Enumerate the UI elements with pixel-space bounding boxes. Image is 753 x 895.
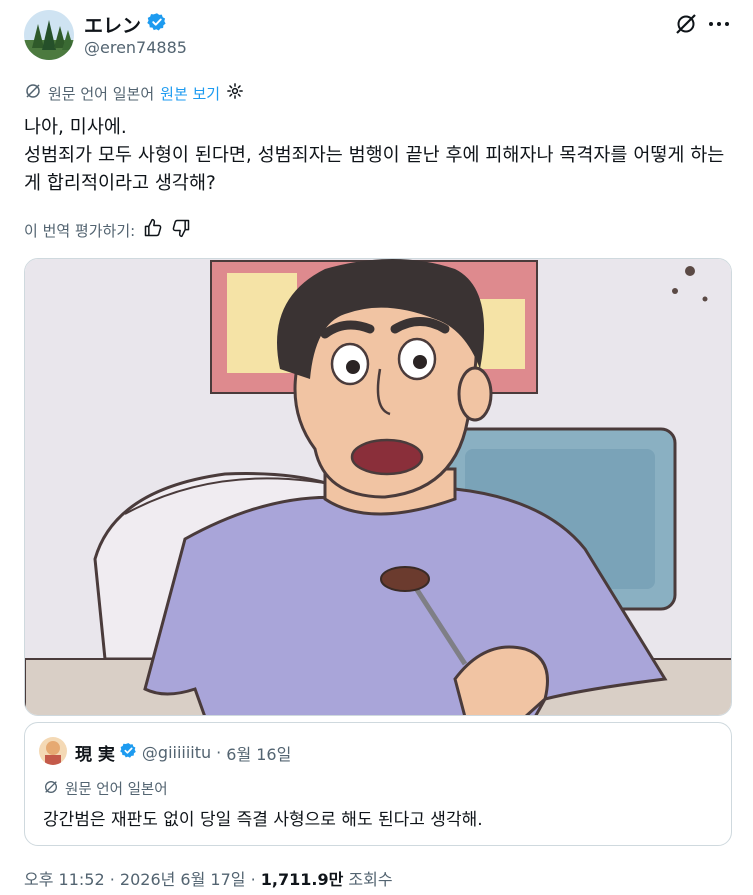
quote-author-avatar[interactable]: [39, 737, 67, 765]
more-icon[interactable]: [706, 12, 732, 40]
verified-badge-icon: [147, 12, 167, 37]
meta-separator: ·: [250, 870, 261, 889]
quote-display-name[interactable]: 現 実: [75, 740, 115, 765]
tweet-time[interactable]: 오후 11:52: [24, 870, 105, 889]
rate-translation: 이 번역 평가하기:: [24, 218, 191, 242]
translation-notice: 원문 언어 일본어 원본 보기: [24, 82, 244, 104]
thumbs-up-icon[interactable]: [143, 218, 163, 242]
rate-translation-label: 이 번역 평가하기:: [24, 221, 136, 240]
tweet-media-image[interactable]: [24, 258, 732, 716]
author-name-row[interactable]: エレン: [84, 11, 167, 38]
author-handle[interactable]: @eren74885: [84, 38, 187, 57]
translation-note: 원문 언어 일본어: [48, 84, 155, 103]
grok-icon[interactable]: [674, 12, 698, 40]
tweet-line-1: 나아, 미사에.: [24, 117, 127, 138]
author-avatar[interactable]: [24, 10, 74, 60]
views-count: 1,711.9만: [260, 870, 344, 889]
quote-handle[interactable]: @giiiiiitu: [142, 743, 211, 762]
author-display-name[interactable]: エレン: [84, 11, 141, 38]
tweet-text: 나아, 미사에. 성범죄가 모두 사형이 된다면, 성범죄자는 범행이 끝난 후…: [24, 114, 736, 198]
tweet-line-2: 성범죄가 모두 사형이 된다면, 성범죄자는 범행이 끝난 후에 피해자나 목격…: [24, 145, 725, 194]
quote-translation-note: 원문 언어 일본어: [65, 782, 168, 798]
quote-translation-notice: 원문 언어 일본어: [43, 778, 168, 799]
translate-icon: [43, 779, 59, 799]
views-label: 조회수: [348, 870, 393, 889]
quote-date[interactable]: 6월 16일: [226, 741, 291, 765]
gear-icon[interactable]: [226, 82, 244, 104]
meta-separator: ·: [109, 870, 120, 889]
quote-header: 現 実 @giiiiiitu · 6월 16일: [75, 740, 291, 765]
tweet-date[interactable]: 2026년 6월 17일: [120, 870, 246, 889]
thumbs-down-icon[interactable]: [171, 218, 191, 242]
quote-text: 강간범은 재판도 없이 당일 즉결 사형으로 해도 된다고 생각해.: [43, 810, 483, 830]
verified-badge-icon: [120, 742, 137, 764]
translate-icon: [24, 82, 42, 104]
quoted-tweet[interactable]: 現 実 @giiiiiitu · 6월 16일 원문 언어 일본어 강간범은 재…: [24, 722, 732, 846]
tweet-meta-footer: 오후 11:52 · 2026년 6월 17일 · 1,711.9만 조회수: [24, 866, 393, 890]
quote-separator: ·: [216, 743, 222, 762]
show-original-link[interactable]: 원본 보기: [160, 83, 220, 104]
